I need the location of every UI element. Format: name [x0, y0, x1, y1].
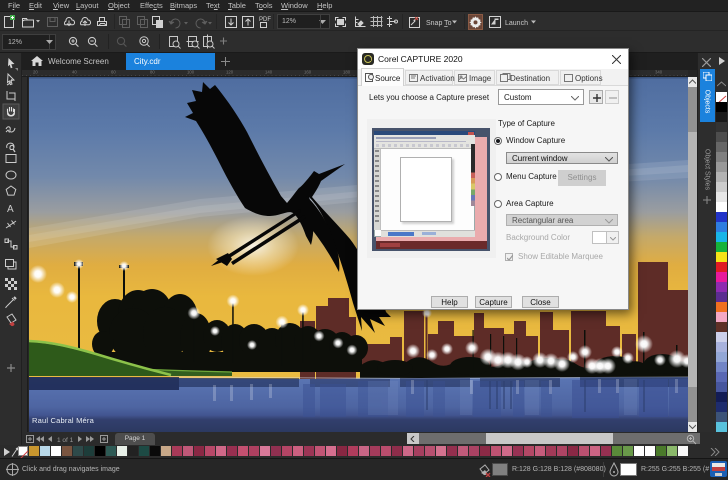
svg-text:1 of 1: 1 of 1	[57, 437, 74, 444]
svg-text:Activation: Activation	[420, 74, 455, 83]
svg-text:Image: Image	[469, 74, 492, 83]
svg-text:Source: Source	[375, 74, 401, 83]
svg-text:Snap To: Snap To	[426, 20, 452, 27]
svg-text:A: A	[7, 204, 14, 215]
svg-text:Destination: Destination	[510, 74, 550, 83]
svg-text:Options: Options	[575, 74, 603, 83]
svg-text:Launch: Launch	[505, 20, 528, 27]
